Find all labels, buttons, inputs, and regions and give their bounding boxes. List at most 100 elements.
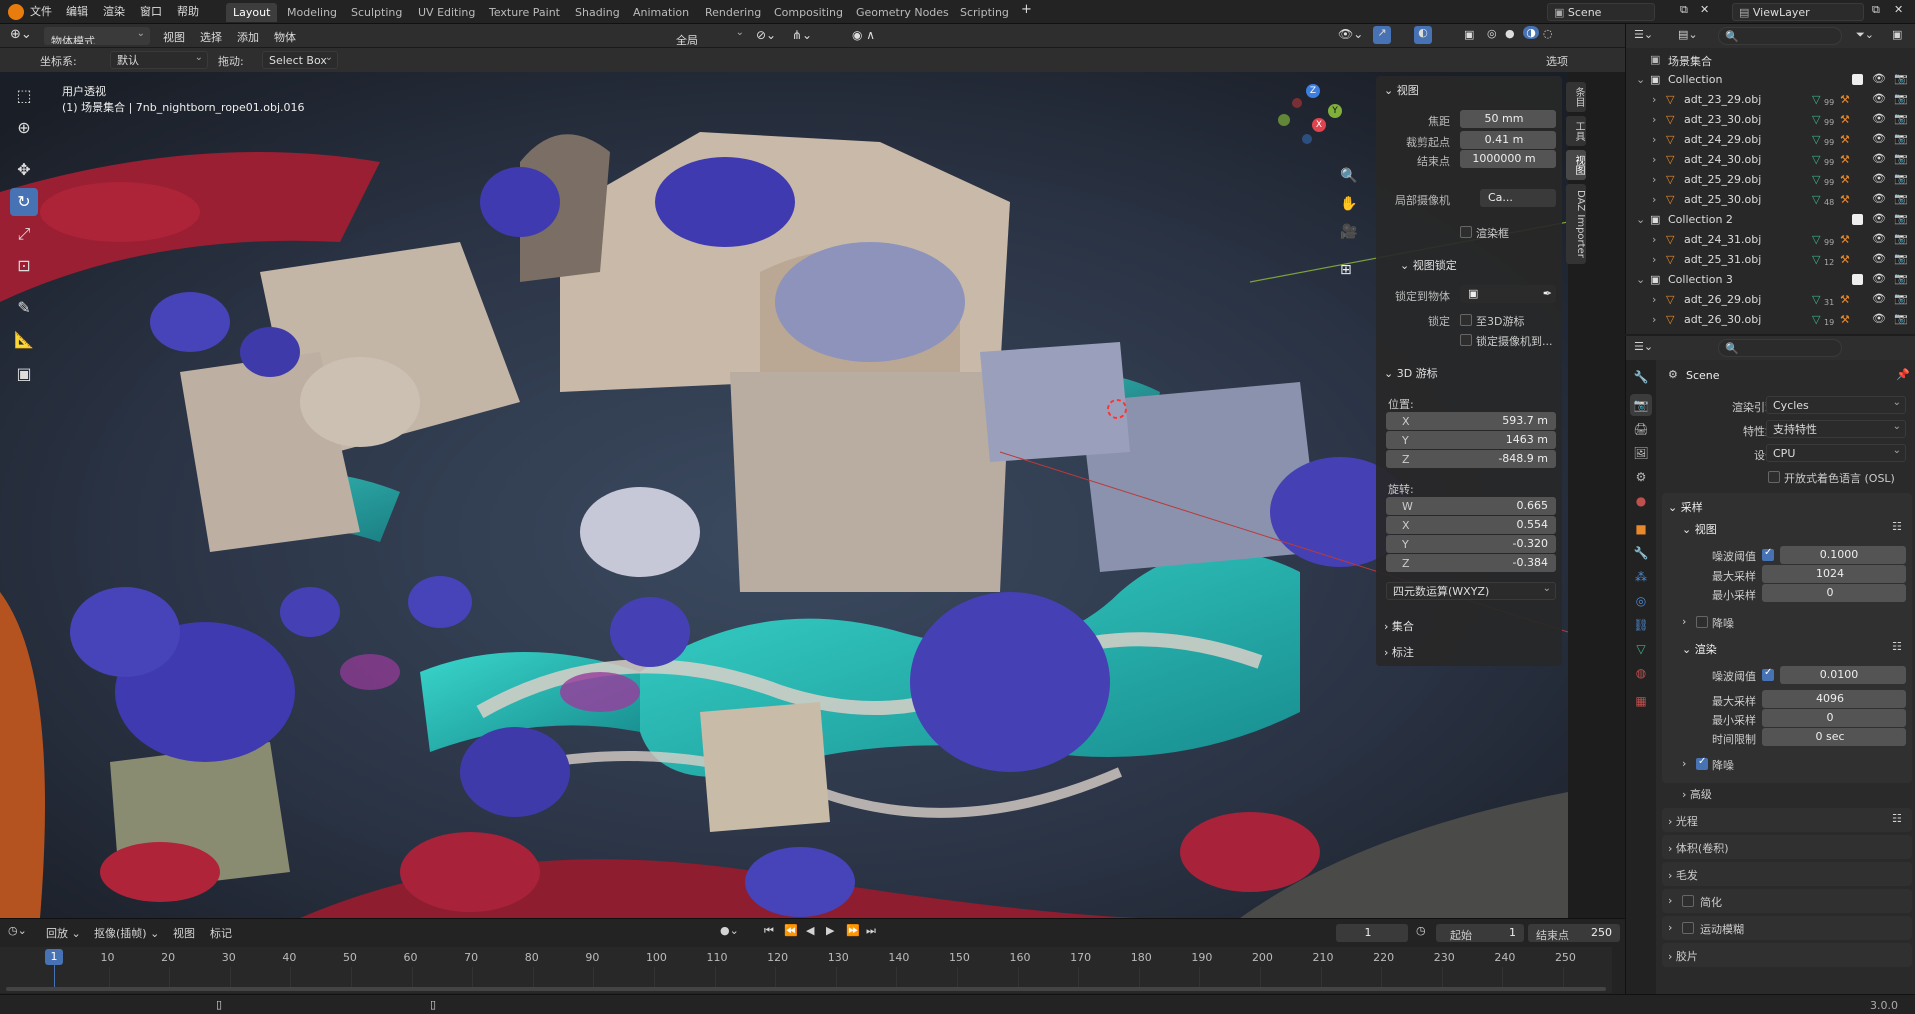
outliner-object-row[interactable]: › ▽ adt_25_29.obj ▽ 99 ⚒ 👁 📷	[1626, 170, 1915, 190]
menu-help[interactable]: 帮助	[177, 3, 199, 19]
eyedropper-icon[interactable]: ✒	[1543, 285, 1552, 303]
osl-checkbox[interactable]	[1768, 471, 1780, 483]
render-list-icon[interactable]: ☷	[1892, 640, 1902, 653]
cursor-y-field[interactable]: 1463 m	[1386, 431, 1556, 449]
render-camera-icon[interactable]: 📷	[1894, 292, 1908, 305]
play-reverse-icon[interactable]: ◀	[806, 924, 814, 937]
blender-logo-icon[interactable]	[8, 4, 24, 20]
outliner-object-row[interactable]: › ▽ adt_25_31.obj ▽ 12 ⚒ 👁 📷	[1626, 250, 1915, 270]
visibility-eye-icon[interactable]: 👁	[1872, 192, 1886, 205]
preview-range-icon[interactable]: ◷	[1416, 924, 1426, 937]
film-panel[interactable]: › 胶片	[1662, 943, 1912, 967]
zoom-icon[interactable]: 🔍	[1340, 168, 1357, 184]
world-tab-icon[interactable]: ●	[1630, 490, 1652, 512]
hair-panel[interactable]: › 毛发	[1662, 862, 1912, 886]
expand-chevron-icon[interactable]: ›	[1652, 153, 1656, 166]
tab-compositing[interactable]: Compositing	[767, 3, 850, 22]
visibility-eye-icon[interactable]: 👁	[1872, 272, 1886, 285]
modifier-icon[interactable]: ⚒	[1840, 153, 1850, 166]
auto-key-icon[interactable]: ●⌄	[720, 924, 739, 937]
advanced-header[interactable]: › 高级	[1682, 786, 1712, 802]
vp-noise-checkbox[interactable]	[1762, 547, 1774, 561]
modifier-icon[interactable]: ⚒	[1840, 253, 1850, 266]
shading-wireframe-icon[interactable]: ◎	[1487, 27, 1497, 40]
options-dropdown[interactable]: 选项	[1546, 53, 1568, 69]
outliner-editor-icon[interactable]: ☰⌄	[1634, 28, 1653, 41]
device-dropdown[interactable]: CPU	[1766, 444, 1906, 462]
simplify-panel[interactable]: › 简化	[1662, 889, 1912, 913]
playback-menu[interactable]: 回放 ⌄	[46, 925, 81, 941]
vp-max-field[interactable]: 1024	[1762, 565, 1906, 583]
tab-scripting[interactable]: Scripting	[953, 3, 1016, 22]
outliner-object-row[interactable]: › ▽ adt_25_30.obj ▽ 48 ⚒ 👁 📷	[1626, 190, 1915, 210]
tab-texture-paint[interactable]: Texture Paint	[482, 3, 567, 22]
visibility-eye-icon[interactable]: 👁	[1872, 292, 1886, 305]
annotate-tool-icon[interactable]: ✎	[10, 294, 38, 322]
vp-min-field[interactable]: 0	[1762, 584, 1906, 602]
modifier-icon[interactable]: ⚒	[1840, 233, 1850, 246]
exclude-checkbox[interactable]	[1852, 274, 1863, 285]
menu-object[interactable]: 物体	[274, 29, 296, 45]
menu-window[interactable]: 窗口	[140, 3, 162, 19]
keying-menu[interactable]: 抠像(插帧) ⌄	[94, 925, 159, 941]
expand-chevron-icon[interactable]: ›	[1652, 193, 1656, 206]
shading-solid-icon[interactable]: ●	[1505, 27, 1515, 40]
new-collection-icon[interactable]: ▣	[1892, 28, 1902, 41]
modifier-icon[interactable]: ⚒	[1840, 313, 1850, 326]
r-noise-checkbox[interactable]	[1762, 667, 1774, 681]
particles-tab-icon[interactable]: ⁂	[1630, 566, 1652, 588]
hair-header[interactable]: › 毛发	[1668, 867, 1698, 883]
sampling-header[interactable]: ⌄ 采样	[1668, 499, 1703, 515]
editor-type-icon[interactable]: ⊕⌄	[10, 27, 32, 42]
render-engine-dropdown[interactable]: Cycles	[1766, 396, 1906, 414]
expand-chevron-icon[interactable]: ›	[1652, 113, 1656, 126]
r-time-field[interactable]: 0 sec	[1762, 728, 1906, 746]
timeline-editor-icon[interactable]: ◷⌄	[8, 924, 27, 937]
modifier-icon[interactable]: ⚒	[1840, 193, 1850, 206]
gizmo-x-axis[interactable]: X	[1312, 118, 1326, 132]
visibility-eye-icon[interactable]: 👁	[1872, 232, 1886, 245]
properties-editor-icon[interactable]: ☰⌄	[1634, 340, 1653, 353]
menu-view[interactable]: 视图	[163, 29, 185, 45]
vp-noise-field[interactable]: 0.1000	[1780, 546, 1906, 564]
tab-daz-importer[interactable]: DAZ Importer	[1566, 184, 1586, 264]
timeline-ruler[interactable]: 10 20 30 40 50 60 70 80 90 100 110 120 130 140 150 160 1…	[0, 947, 1612, 993]
expand-chevron-icon[interactable]: ›	[1652, 253, 1656, 266]
tab-layout[interactable]: Layout	[226, 3, 278, 22]
menu-render[interactable]: 渲染	[103, 3, 125, 19]
visibility-eye-icon[interactable]: 👁	[1872, 312, 1886, 325]
light-paths-header[interactable]: › 光程	[1668, 813, 1698, 829]
outliner-object-row[interactable]: › ▽ adt_26_30.obj ▽ 19 ⚒ 👁 📷	[1626, 310, 1915, 330]
properties-search-input[interactable]: 🔍	[1718, 339, 1842, 357]
add-cube-tool-icon[interactable]: ▣	[10, 360, 38, 388]
shading-rendered-icon[interactable]: ◌	[1543, 27, 1553, 40]
drag-dropdown[interactable]: Select Box	[262, 51, 338, 69]
outliner-display-mode-icon[interactable]: ▤⌄	[1678, 28, 1698, 41]
render-region-checkbox[interactable]	[1460, 226, 1472, 238]
lock-to-cursor-checkbox[interactable]	[1460, 314, 1472, 326]
transform-orientation-dropdown[interactable]: 全局	[670, 27, 748, 45]
outliner-object-row[interactable]: › ▽ adt_24_30.obj ▽ 99 ⚒ 👁 📷	[1626, 150, 1915, 170]
outliner-object-row[interactable]: › ▽ adt_23_30.obj ▽ 99 ⚒ 👁 📷	[1626, 110, 1915, 130]
visibility-icon[interactable]: 👁⌄	[1338, 27, 1363, 41]
pin-icon[interactable]: 📌	[1896, 368, 1910, 381]
filter-icon[interactable]: ⏷⌄	[1856, 28, 1874, 42]
render-camera-icon[interactable]: 📷	[1894, 132, 1908, 145]
outliner-collection-row[interactable]: ⌄ ▣ Collection 👁 📷	[1626, 70, 1915, 90]
remove-scene-icon[interactable]: ✕	[1700, 3, 1709, 16]
tab-uv-editing[interactable]: UV Editing	[411, 3, 482, 22]
r-max-field[interactable]: 4096	[1762, 690, 1906, 708]
mesh-data-icon[interactable]: ▽	[1812, 233, 1820, 246]
mesh-data-icon[interactable]: ▽	[1812, 293, 1820, 306]
modifier-icon[interactable]: ⚒	[1840, 93, 1850, 106]
move-tool-icon[interactable]: ✥	[10, 156, 38, 184]
render-camera-icon[interactable]: 📷	[1894, 152, 1908, 165]
marker-menu[interactable]: 标记	[210, 925, 232, 941]
outliner-object-row[interactable]: › ▽ adt_26_29.obj ▽ 31 ⚒ 👁 📷	[1626, 290, 1915, 310]
mesh-data-icon[interactable]: ▽	[1812, 313, 1820, 326]
expand-chevron-icon[interactable]: ›	[1652, 293, 1656, 306]
transform-tool-icon[interactable]: ⊡	[10, 252, 38, 280]
expand-chevron-icon[interactable]: ›	[1652, 173, 1656, 186]
volumes-panel[interactable]: › 体积(卷积)	[1662, 835, 1912, 859]
mesh-data-icon[interactable]: ▽	[1812, 193, 1820, 206]
